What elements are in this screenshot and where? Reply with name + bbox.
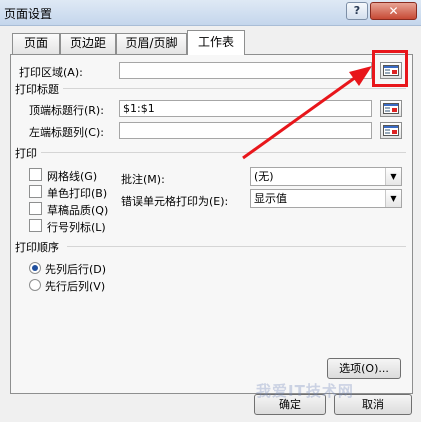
comments-value: (无)	[254, 170, 274, 183]
tab-margins[interactable]: 页边距	[60, 33, 116, 54]
top-rows-collapse-button[interactable]	[380, 100, 402, 117]
print-area-label: 打印区域(A):	[19, 66, 83, 79]
chevron-down-icon: ▼	[385, 190, 401, 207]
cell-errors-select[interactable]: 显示值 ▼	[250, 189, 402, 208]
over-then-down-radio[interactable]	[29, 279, 41, 291]
print-titles-heading: 打印标题	[15, 83, 59, 96]
left-cols-label: 左端标题列(C):	[29, 126, 104, 139]
black-white-label: 单色打印(B)	[47, 187, 108, 200]
black-white-checkbox[interactable]	[29, 185, 42, 198]
left-cols-input[interactable]	[119, 122, 372, 139]
print-heading: 打印	[15, 147, 37, 160]
options-button[interactable]: 选项(O)...	[327, 358, 401, 379]
down-then-over-radio[interactable]	[29, 262, 41, 274]
print-divider	[41, 152, 406, 153]
top-rows-input[interactable]: $1:$1	[119, 100, 372, 117]
annotation-highlight-box	[372, 50, 408, 87]
close-button[interactable]: ✕	[370, 2, 417, 20]
down-then-over-label: 先列后行(D)	[45, 263, 107, 276]
tab-sheet[interactable]: 工作表	[187, 30, 245, 55]
window-title: 页面设置	[4, 7, 53, 21]
gridlines-checkbox[interactable]	[29, 168, 42, 181]
tab-header-footer[interactable]: 页眉/页脚	[116, 33, 187, 54]
tab-page[interactable]: 页面	[12, 33, 60, 54]
left-cols-collapse-button[interactable]	[380, 122, 402, 139]
print-area-input[interactable]	[119, 62, 372, 79]
cell-errors-value: 显示值	[254, 192, 287, 205]
draft-quality-checkbox[interactable]	[29, 202, 42, 215]
comments-label: 批注(M):	[121, 173, 165, 186]
row-col-headings-checkbox[interactable]	[29, 219, 42, 232]
sheet-panel: 打印区域(A): 打印标题 顶端标题行(R): $1:$1 左端标题列(C):	[10, 54, 413, 394]
top-rows-label: 顶端标题行(R):	[29, 104, 104, 117]
page-order-divider	[67, 246, 406, 247]
page-order-heading: 打印顺序	[15, 241, 59, 254]
chevron-down-icon: ▼	[385, 168, 401, 185]
watermark: 我爱IT技术网	[256, 382, 354, 400]
over-then-down-label: 先行后列(V)	[45, 280, 106, 293]
draft-quality-label: 草稿品质(Q)	[47, 204, 109, 217]
collapse-dialog-icon	[383, 125, 399, 136]
cell-errors-label: 错误单元格打印为(E):	[121, 195, 229, 208]
gridlines-label: 网格线(G)	[47, 170, 98, 183]
collapse-dialog-icon	[383, 103, 399, 114]
help-button[interactable]: ?	[346, 2, 368, 20]
row-col-headings-label: 行号列标(L)	[47, 221, 106, 234]
title-bar: 页面设置 ? ✕	[0, 0, 421, 26]
comments-select[interactable]: (无) ▼	[250, 167, 402, 186]
print-titles-divider	[63, 88, 406, 89]
